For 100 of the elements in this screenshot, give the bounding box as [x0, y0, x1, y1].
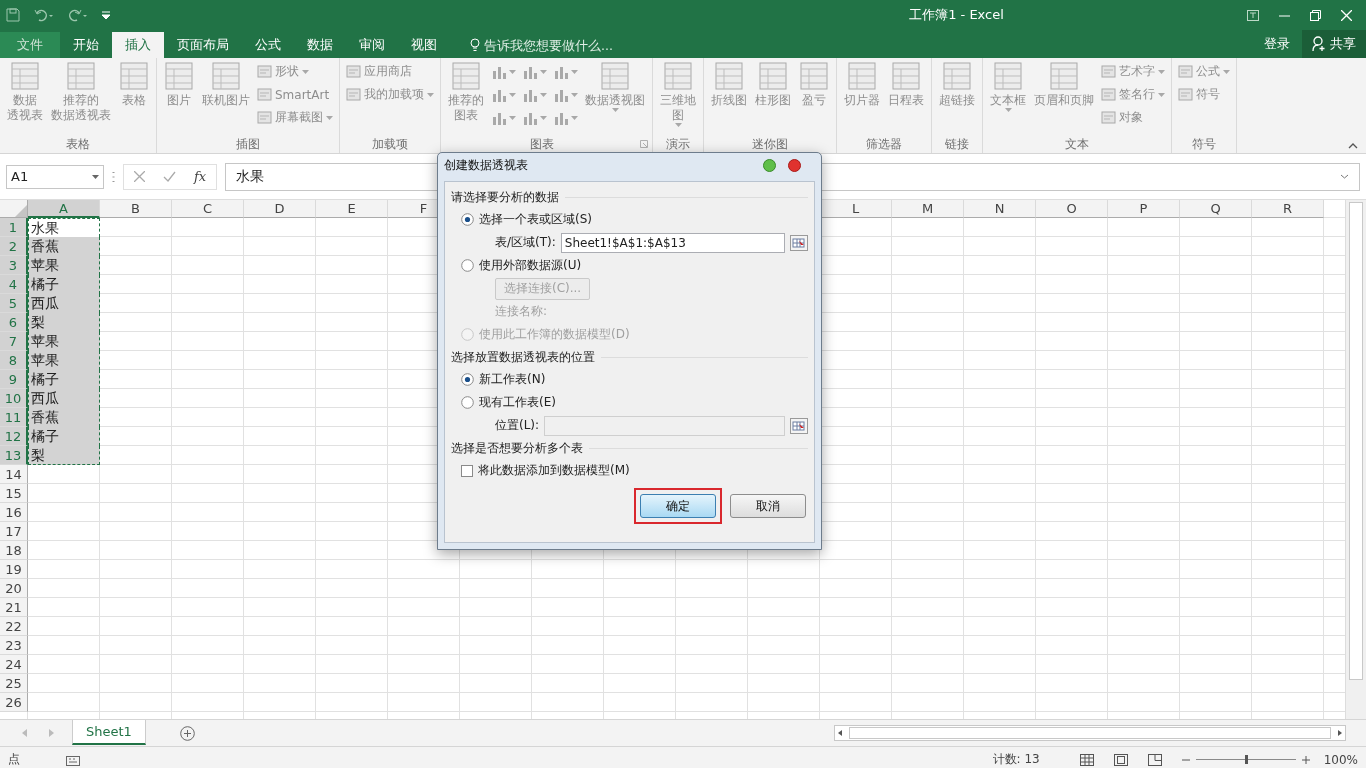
restore-icon[interactable]	[1310, 9, 1321, 21]
expand-icon[interactable]	[1340, 174, 1349, 179]
triangle-icon[interactable]	[15, 205, 27, 217]
row-header[interactable]: 6	[0, 313, 28, 332]
next-sheet-icon[interactable]	[49, 729, 54, 737]
check-icon[interactable]	[163, 171, 176, 182]
macro-record-icon[interactable]	[66, 753, 80, 766]
row-header[interactable]: 3	[0, 256, 28, 275]
radio-button[interactable]	[461, 259, 474, 272]
ribbon-tab[interactable]: 开始	[60, 32, 112, 58]
row-header[interactable]: 12	[0, 427, 28, 446]
ribbon-button[interactable]: 切片器	[841, 61, 883, 108]
ribbon-button[interactable]: 公式	[1176, 61, 1232, 82]
column-header[interactable]: Q	[1180, 200, 1252, 218]
column-header[interactable]: D	[244, 200, 316, 218]
row-header[interactable]: 23	[0, 636, 28, 655]
radio-button[interactable]	[461, 373, 474, 386]
column-header[interactable]: R	[1252, 200, 1324, 218]
checkbox[interactable]	[461, 464, 473, 477]
add-sheet-icon[interactable]	[179, 725, 195, 741]
zoom-in-icon[interactable]	[1301, 755, 1310, 764]
ribbon-tab[interactable]: 公式	[242, 32, 294, 58]
ribbon-tab[interactable]: 视图	[398, 32, 450, 58]
column-header[interactable]: M	[892, 200, 964, 218]
row-header[interactable]: 16	[0, 503, 28, 522]
ribbon-button[interactable]: 页眉和页脚	[1031, 61, 1097, 108]
collapse-icon[interactable]	[1348, 143, 1358, 149]
row-header[interactable]: 8	[0, 351, 28, 370]
column-header[interactable]: A	[28, 200, 100, 218]
radio-button[interactable]	[461, 396, 474, 409]
ribbon-button[interactable]: 三维地 图	[657, 61, 699, 127]
ribbon-button[interactable]: 联机图片	[199, 61, 253, 108]
ribbon-button[interactable]: 表格	[116, 61, 152, 108]
column-header[interactable]: C	[172, 200, 244, 218]
ribbon-button[interactable]: 应用商店	[344, 61, 436, 82]
picker-icon[interactable]	[790, 234, 808, 251]
redo-icon[interactable]	[68, 8, 88, 22]
ribbon-button[interactable]: 柱形图	[752, 61, 794, 108]
ribbon-button[interactable]: 形状	[255, 61, 335, 82]
close-icon[interactable]	[788, 158, 801, 172]
vertical-scrollbar[interactable]	[1345, 200, 1366, 719]
ribbon-options-icon[interactable]	[1247, 9, 1259, 21]
row-header[interactable]: 14	[0, 465, 28, 484]
row-header[interactable]: 15	[0, 484, 28, 503]
row-header[interactable]: 21	[0, 598, 28, 617]
tell-me-field[interactable]: 告诉我您想要做什么...	[484, 37, 664, 53]
row-header[interactable]: 2	[0, 237, 28, 256]
picker-icon[interactable]	[790, 417, 808, 434]
ribbon-button[interactable]: 屏幕截图	[255, 107, 335, 128]
ribbon-button[interactable]: SmartArt	[255, 84, 335, 105]
file-tab[interactable]: 文件	[0, 32, 60, 58]
select-all-corner[interactable]	[0, 200, 28, 218]
row-header[interactable]: 10	[0, 389, 28, 408]
ribbon-button[interactable]: 盈亏	[796, 61, 832, 108]
column-header[interactable]: E	[316, 200, 388, 218]
page-layout-icon[interactable]	[1113, 753, 1128, 766]
row-header[interactable]: 5	[0, 294, 28, 313]
normal-view-icon[interactable]	[1079, 753, 1094, 766]
ok-button[interactable]: 确定	[640, 494, 716, 518]
range-field[interactable]: Sheet1!$A$1:$A$13	[560, 232, 785, 253]
ribbon-button[interactable]: 图片	[161, 61, 197, 108]
row-header[interactable]: 22	[0, 617, 28, 636]
ribbon-button[interactable]: 文本框	[987, 61, 1029, 112]
row-header[interactable]: 17	[0, 522, 28, 541]
row-header[interactable]: 4	[0, 275, 28, 294]
ribbon-button[interactable]: 数据 透视表	[4, 61, 46, 123]
page-break-icon[interactable]	[1147, 753, 1162, 766]
ribbon-button[interactable]: 推荐的 数据透视表	[48, 61, 114, 123]
ribbon-tab[interactable]: 页面布局	[164, 32, 242, 58]
sign-in-link[interactable]: 登录	[1252, 35, 1302, 53]
row-header[interactable]: 24	[0, 655, 28, 674]
radio-button[interactable]	[461, 213, 474, 226]
share-button[interactable]: 共享	[1302, 30, 1366, 58]
ribbon-button[interactable]: 对象	[1099, 107, 1167, 128]
customize-icon[interactable]	[102, 10, 110, 20]
previous-sheet-icon[interactable]	[22, 729, 27, 737]
column-header[interactable]: N	[964, 200, 1036, 218]
row-header[interactable]: 1	[0, 218, 28, 237]
ribbon-button[interactable]: 数据透视图	[582, 61, 648, 112]
ribbon-button[interactable]: 符号	[1176, 84, 1232, 105]
row-header[interactable]: 18	[0, 541, 28, 560]
column-header[interactable]: B	[100, 200, 172, 218]
row-header[interactable]: 9	[0, 370, 28, 389]
ribbon-tab[interactable]: 数据	[294, 32, 346, 58]
cancel-icon[interactable]	[134, 171, 145, 182]
row-header[interactable]: 20	[0, 579, 28, 598]
save-icon[interactable]	[6, 8, 20, 22]
ribbon-button[interactable]: 我的加载项	[344, 84, 436, 105]
cancel-button[interactable]: 取消	[730, 494, 806, 518]
dialog-launcher-icon[interactable]	[640, 140, 648, 148]
row-header[interactable]: 19	[0, 560, 28, 579]
ribbon-button[interactable]: 艺术字	[1099, 61, 1167, 82]
ribbon-button[interactable]: 折线图	[708, 61, 750, 108]
column-header[interactable]: P	[1108, 200, 1180, 218]
row-header[interactable]: 26	[0, 693, 28, 712]
name-box[interactable]: A1	[6, 164, 104, 189]
row-header[interactable]: 25	[0, 674, 28, 693]
column-header[interactable]: L	[820, 200, 892, 218]
zoom-level[interactable]: 100%	[1323, 752, 1358, 767]
horizontal-scrollbar[interactable]	[834, 725, 1346, 741]
